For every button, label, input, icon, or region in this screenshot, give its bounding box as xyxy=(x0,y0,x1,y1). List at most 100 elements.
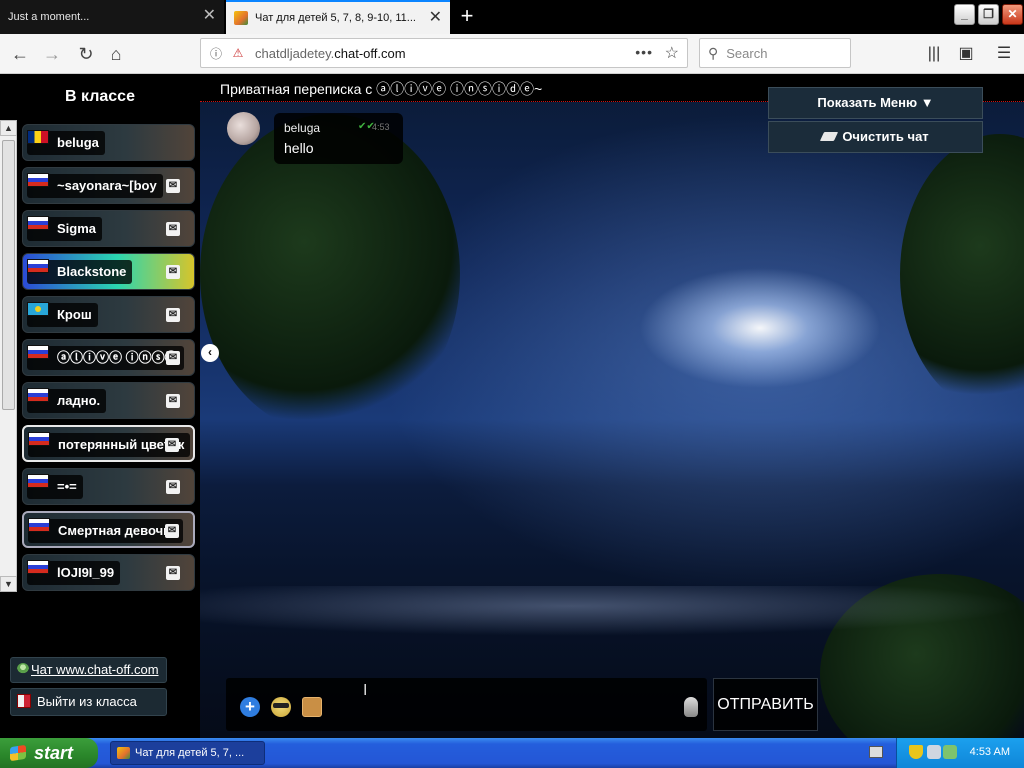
person-icon xyxy=(17,663,29,675)
tab-strip: Just a moment... ✕ Чат для детей 5, 7, 8… xyxy=(0,0,1024,34)
clock: 4:53 AM xyxy=(969,746,1010,758)
private-message-icon[interactable]: ✉ xyxy=(166,480,180,494)
flag-russia-icon xyxy=(27,388,49,402)
message-bubble: beluga ✔✔ 4:53 hello xyxy=(274,113,403,164)
scroll-up-icon[interactable]: ▲ xyxy=(0,120,17,136)
user-item[interactable]: =•= ✉ xyxy=(22,468,195,505)
message-text: hello xyxy=(284,140,314,156)
user-list-scrollbar[interactable]: ▲ ▼ xyxy=(0,120,17,592)
screen: Just a moment... ✕ Чат для детей 5, 7, 8… xyxy=(0,0,1024,768)
microphone-icon[interactable] xyxy=(684,697,698,717)
private-message-icon[interactable]: ✉ xyxy=(166,351,180,365)
flag-russia-icon xyxy=(28,432,50,446)
tab-title: Just a moment... xyxy=(8,11,90,23)
private-message-icon[interactable]: ✉ xyxy=(166,566,180,580)
start-button[interactable]: start xyxy=(0,738,98,768)
keyboard-icon[interactable] xyxy=(869,746,883,758)
url-bar[interactable]: ⓘ ⚠ chatdljadetey.chat-off.com ••• ☆ xyxy=(200,38,688,68)
flag-romania-icon xyxy=(27,130,49,144)
user-item[interactable]: потерянный цветок ✉ xyxy=(22,425,195,462)
window-close-icon[interactable]: ✕ xyxy=(1002,4,1023,25)
text-cursor-icon: I xyxy=(363,682,368,699)
user-item[interactable]: Sigma ✉ xyxy=(22,210,195,247)
flag-russia-icon xyxy=(27,259,49,273)
flag-kazakhstan-icon xyxy=(27,302,49,316)
user-item[interactable]: Blackstone ✉ xyxy=(22,253,195,290)
url-text: chatdljadetey.chat-off.com xyxy=(255,46,406,61)
private-message-icon[interactable]: ✉ xyxy=(166,394,180,408)
avatar[interactable] xyxy=(227,112,260,145)
flag-russia-icon xyxy=(27,216,49,230)
private-message-icon[interactable]: ✉ xyxy=(166,308,180,322)
tab-just-a-moment[interactable]: Just a moment... ✕ xyxy=(0,0,224,34)
smiley-icon[interactable] xyxy=(271,697,291,717)
gift-icon[interactable] xyxy=(302,697,322,717)
new-tab-icon[interactable]: + xyxy=(455,4,479,28)
close-tab-icon[interactable]: ✕ xyxy=(429,10,442,26)
scroll-down-icon[interactable]: ▼ xyxy=(0,576,17,592)
user-name: ⓐⓛⓘⓥⓔ ⓘⓝⓢⓘ xyxy=(27,346,184,370)
url-host: chatdljadetey. xyxy=(255,45,335,61)
private-message-icon[interactable]: ✉ xyxy=(166,179,180,193)
taskbar: start Чат для детей 5, 7, ... 4:53 AM xyxy=(0,738,1024,768)
close-tab-icon[interactable]: ✕ xyxy=(203,8,216,24)
user-item[interactable]: ладно. ✉ xyxy=(22,382,195,419)
flag-russia-icon xyxy=(27,173,49,187)
tab-chat[interactable]: Чат для детей 5, 7, 8, 9-10, 11... ✕ xyxy=(226,0,450,34)
users-sidebar: В классе ▲ ▼ beluga ~sayonara~[boy ✉ Sig… xyxy=(0,74,200,738)
reload-icon[interactable]: ↻ xyxy=(74,42,98,66)
bookmark-star-icon[interactable]: ☆ xyxy=(665,43,679,63)
security-shield-icon[interactable] xyxy=(909,745,923,759)
scroll-thumb[interactable] xyxy=(2,140,15,410)
message-author[interactable]: beluga xyxy=(284,121,320,135)
flag-russia-icon xyxy=(28,518,50,532)
user-item[interactable]: ⓐⓛⓘⓥⓔ ⓘⓝⓢⓘ ✉ xyxy=(22,339,195,376)
forward-icon[interactable]: → xyxy=(40,42,64,66)
site-link-label: Чат www.chat-off.com xyxy=(31,662,159,677)
user-item[interactable]: beluga xyxy=(22,124,195,161)
site-link[interactable]: Чат www.chat-off.com xyxy=(10,657,167,683)
url-domain: chat-off.com xyxy=(334,45,406,61)
network-icon[interactable] xyxy=(943,745,957,759)
chat-page: В классе ▲ ▼ beluga ~sayonara~[boy ✉ Sig… xyxy=(0,74,1024,738)
private-message-icon[interactable]: ✉ xyxy=(166,265,180,279)
site-favicon-icon xyxy=(234,11,248,25)
user-item[interactable]: lOJI9I_99 ✉ xyxy=(22,554,195,591)
minimize-icon[interactable]: _ xyxy=(954,4,975,25)
user-item[interactable]: Смертная девочка ✉ xyxy=(22,511,195,548)
taskbar-item-firefox[interactable]: Чат для детей 5, 7, ... xyxy=(110,741,265,765)
user-name: Смертная девочка xyxy=(28,519,183,543)
library-icon[interactable]: ||| xyxy=(921,42,947,66)
search-placeholder: Search xyxy=(726,45,768,61)
info-icon[interactable]: ⓘ xyxy=(209,45,223,62)
private-message-icon[interactable]: ✉ xyxy=(165,438,179,452)
flag-russia-icon xyxy=(27,345,49,359)
system-tray: 4:53 AM xyxy=(896,738,1024,768)
flag-russia-icon xyxy=(27,474,49,488)
sidebar-title: В классе xyxy=(65,88,135,105)
clear-chat-button[interactable]: Очистить чат xyxy=(768,121,983,153)
show-menu-button[interactable]: Показать Меню ▼ xyxy=(768,87,983,119)
nav-bar: ← → ↻ ⌂ ⓘ ⚠ chatdljadetey.chat-off.com •… xyxy=(0,34,1024,74)
tab-title: Чат для детей 5, 7, 8, 9-10, 11... xyxy=(255,12,416,24)
user-item[interactable]: Крош ✉ xyxy=(22,296,195,333)
restore-icon[interactable]: ❐ xyxy=(978,4,999,25)
private-message-icon[interactable]: ✉ xyxy=(166,222,180,236)
insecure-lock-icon[interactable]: ⚠ xyxy=(231,46,245,60)
message-input[interactable]: + xyxy=(226,678,707,731)
volume-icon[interactable] xyxy=(927,745,941,759)
shoreline-glow xyxy=(200,586,1024,636)
leave-room-button[interactable]: Выйти из класса xyxy=(10,688,167,716)
user-item[interactable]: ~sayonara~[boy ✉ xyxy=(22,167,195,204)
collapse-sidebar-icon[interactable]: ‹ xyxy=(201,344,219,362)
search-input[interactable]: ⚲ Search xyxy=(699,38,851,68)
home-icon[interactable]: ⌂ xyxy=(104,42,128,66)
exit-door-icon xyxy=(17,694,31,708)
back-icon[interactable]: ← xyxy=(8,42,32,66)
page-actions-icon[interactable]: ••• xyxy=(635,44,653,60)
sidebar-toggle-icon[interactable]: ▣ xyxy=(953,42,979,66)
private-message-icon[interactable]: ✉ xyxy=(165,524,179,538)
hamburger-menu-icon[interactable]: ☰ xyxy=(991,42,1017,66)
add-attachment-icon[interactable]: + xyxy=(240,697,260,717)
send-button[interactable]: ОТПРАВИТЬ xyxy=(713,678,818,731)
